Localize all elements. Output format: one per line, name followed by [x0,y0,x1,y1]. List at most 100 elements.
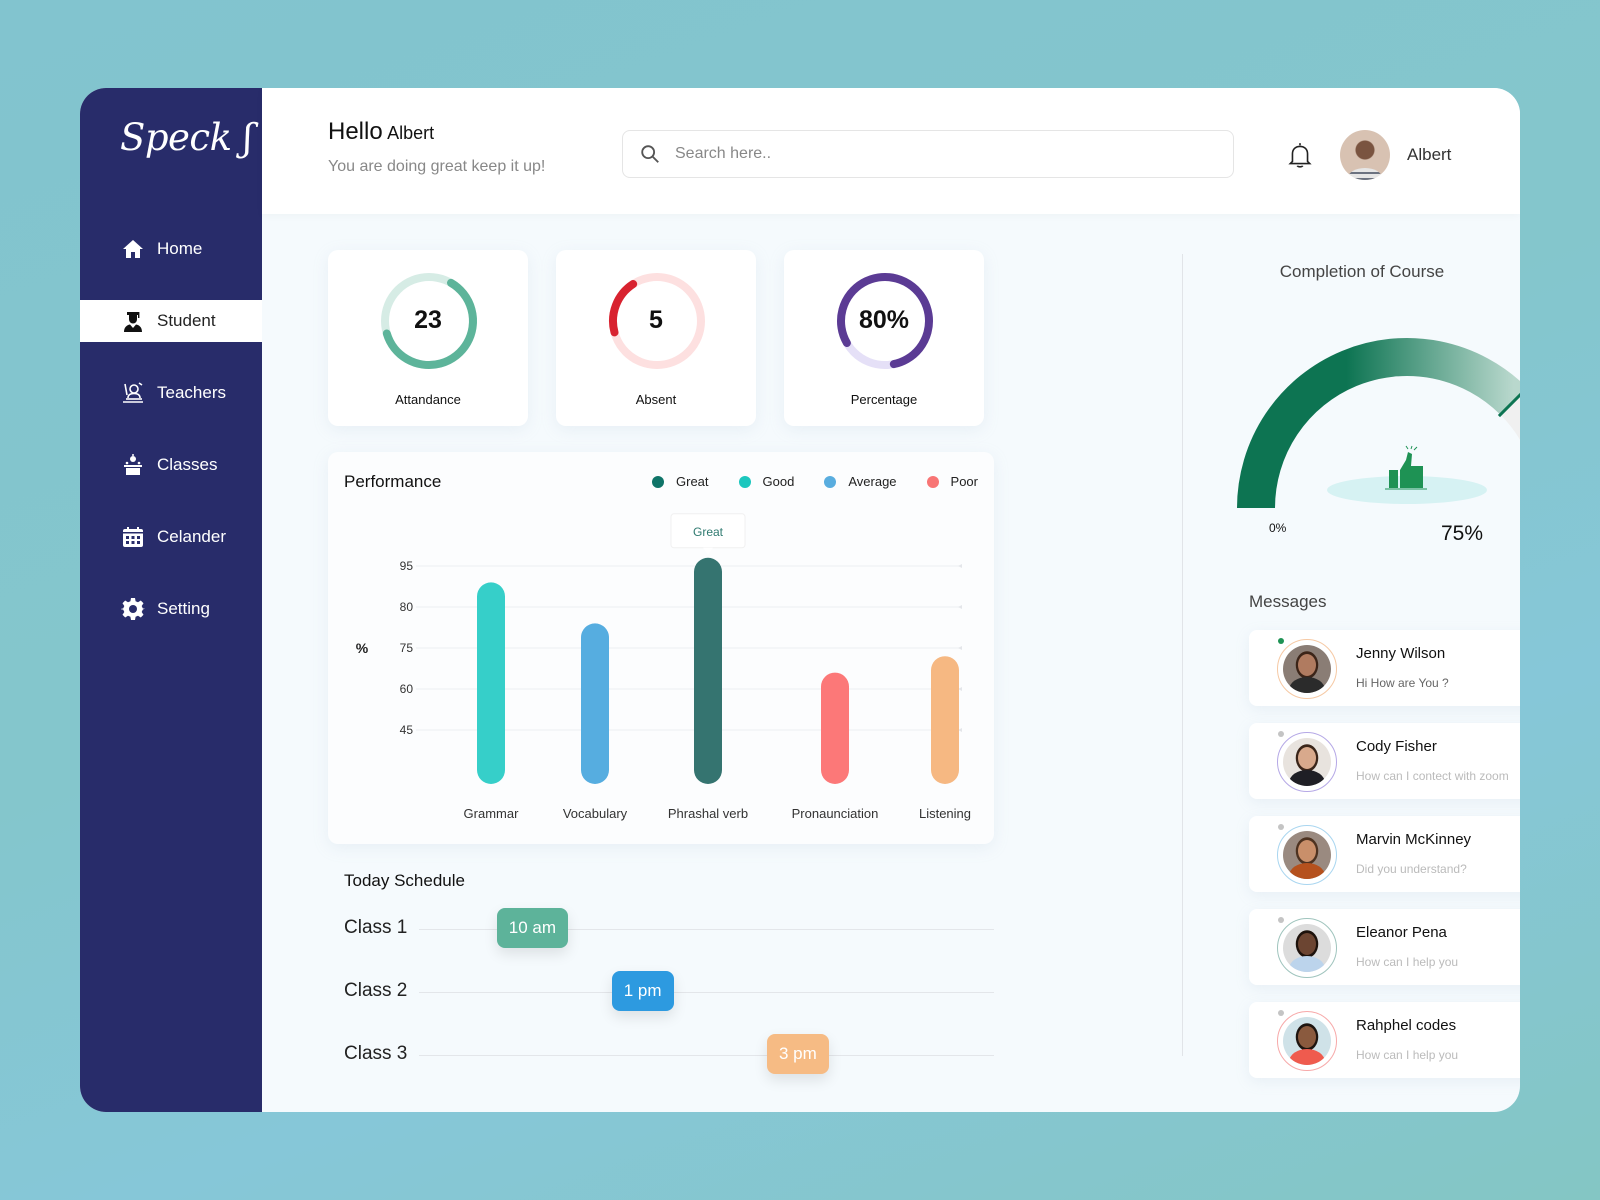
sidebar-nav: Home Student Teachers Classes Celander S… [80,228,262,660]
gauge-min-label: 0% [1269,521,1287,535]
time-pill[interactable]: 10 am [496,908,568,948]
search-input[interactable] [675,145,1195,163]
messages-title: Messages [1249,592,1327,611]
greeting-subtitle: You are doing great keep it up! [328,158,546,175]
user-name[interactable]: Albert [1407,145,1451,165]
legend-dot [824,475,837,488]
avatar-ring [1277,639,1337,699]
logo: Speck ʃ [120,116,253,159]
sidebar-item-calendar[interactable]: Celander [80,516,262,558]
gear-icon [120,596,146,622]
sidebar-item-student[interactable]: Student [80,300,262,342]
stat-label: Absent [635,392,677,407]
bar-pronaunciation[interactable] [821,672,849,784]
y-tick-label: 80 [400,600,414,614]
avatar-ring [1277,732,1337,792]
main-content: Hello Albert You are doing great keep it… [262,88,1520,1112]
bar-grammar[interactable] [477,582,505,784]
legend-label: Great [676,474,709,489]
message-item[interactable]: Eleanor Pena How can I help you [1249,909,1520,985]
notification-bell-icon[interactable] [1287,141,1313,169]
teacher-icon [120,380,146,406]
thumbs-up-icon [1385,445,1427,490]
y-axis-label: % [356,640,369,656]
search-icon [641,145,659,163]
schedule-row: Class 2 1 pm [344,971,994,1011]
y-tick-label: 75 [400,641,414,655]
contact-name: Rahphel codes [1356,1017,1457,1034]
message-item[interactable]: Marvin McKinney Did you understand? [1249,816,1520,892]
tooltip-label: Great [693,525,724,539]
sidebar-item-home[interactable]: Home [80,228,262,270]
sidebar-item-teachers[interactable]: Teachers [80,372,262,414]
greeting-name: Albert [387,123,435,143]
contact-name: Cody Fisher [1356,738,1437,755]
stat-card: 23 Attandance [328,250,528,426]
offline-status-dot [1278,917,1284,923]
avatar-ring [1277,825,1337,885]
calendar-icon [120,524,146,550]
message-item[interactable]: Jenny Wilson Hi How are You ? [1249,630,1520,706]
performance-title: Performance [344,472,442,491]
legend-label: Good [762,474,795,489]
time-pill[interactable]: 3 pm [767,1034,829,1074]
greeting-text: Hello [328,118,383,145]
legend-item[interactable]: Good [738,474,795,489]
chart-tooltip: Great [670,513,746,555]
stat-label: Attandance [395,392,461,407]
bar-vocabulary[interactable] [581,623,609,784]
column-divider [1182,254,1183,1056]
contact-avatar [1283,645,1331,693]
message-item[interactable]: Cody Fisher How can I contect with zoom [1249,723,1520,799]
schedule-title: Today Schedule [344,871,465,890]
sidebar-item-classes[interactable]: Classes [80,444,262,486]
message-preview: How can I help you [1356,1048,1459,1062]
sidebar-item-label: Setting [157,599,210,618]
stat-value: 5 [649,306,663,334]
y-tick-label: 95 [400,559,414,573]
class-label: Class 3 [344,1043,408,1064]
completion-title: Completion of Course [1279,262,1445,281]
legend-item[interactable]: Great [652,474,709,489]
message-preview: Did you understand? [1356,862,1467,876]
contact-name: Jenny Wilson [1356,645,1446,662]
stat-value: 80% [858,306,910,334]
contact-avatar [1283,924,1331,972]
contact-name: Eleanor Pena [1356,924,1447,941]
chart-legend: Great Good Average Poor [622,474,978,489]
y-tick-label: 45 [400,723,414,737]
sidebar-item-setting[interactable]: Setting [80,588,262,630]
x-tick-label: Listening [919,806,971,821]
sidebar-item-label: Student [157,311,216,330]
time-pill[interactable]: 1 pm [611,971,674,1011]
x-tick-label: Grammar [464,806,520,821]
completion-gauge [1237,338,1520,509]
legend-item[interactable]: Poor [926,474,978,489]
stat-label: Percentage [850,392,918,407]
x-tick-label: Vocabulary [563,806,628,821]
search-bar[interactable] [622,130,1234,178]
grid-line-marker [958,564,962,568]
offline-status-dot [1278,731,1284,737]
grid-line-marker [958,646,962,650]
app-window: Speck ʃ Home Student Teachers Classes Ce… [80,88,1520,1112]
legend-dot [652,475,665,488]
user-avatar[interactable] [1340,130,1390,180]
stat-value: 23 [414,306,442,334]
sidebar-item-label: Classes [157,455,218,474]
avatar-ring [1277,918,1337,978]
gauge-value-label: 75% [1440,522,1484,545]
message-item[interactable]: Rahphel codes How can I help you [1249,1002,1520,1078]
contact-avatar [1283,1017,1331,1065]
schedule-row: Class 3 3 pm [344,1034,994,1074]
student-icon [120,308,146,334]
legend-item[interactable]: Average [824,474,897,489]
contact-avatar [1283,831,1331,879]
x-tick-label: Phrashal verb [668,806,748,821]
bar-listening[interactable] [931,656,959,784]
timeline-line [419,1055,994,1056]
stat-card: 80% Percentage [784,250,984,426]
bar-phrashal-verb[interactable] [694,557,722,784]
class-label: Class 1 [344,917,408,938]
message-preview: How can I help you [1356,955,1459,969]
